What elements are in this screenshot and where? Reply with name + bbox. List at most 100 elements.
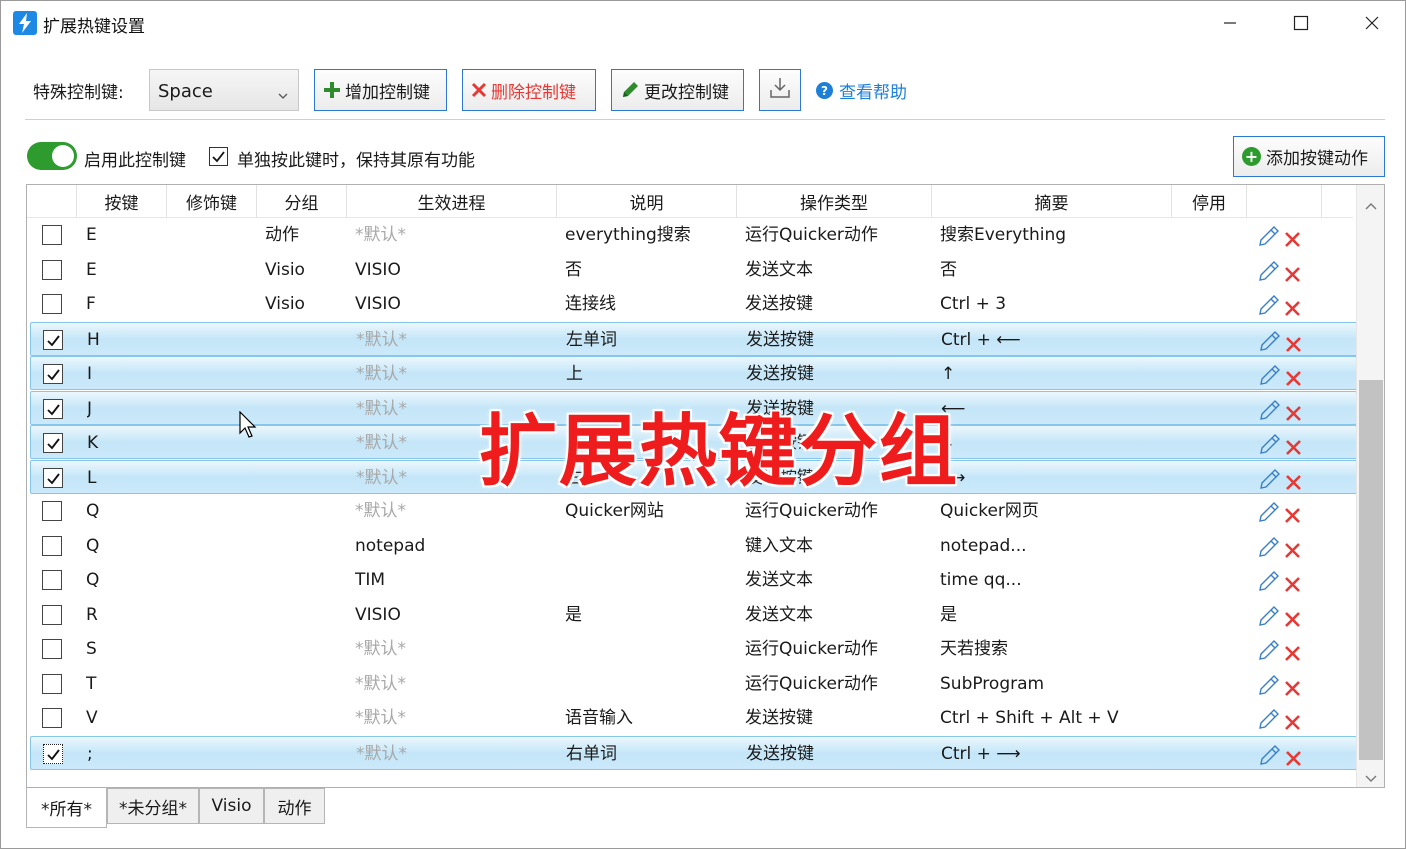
- tab-all[interactable]: *所有*: [26, 788, 107, 828]
- delete-icon[interactable]: [1284, 295, 1301, 321]
- chevron-down-icon: [278, 85, 288, 104]
- row-checkbox[interactable]: [43, 433, 63, 453]
- delete-control-key-button[interactable]: 删除控制键: [462, 69, 596, 111]
- pencil-icon[interactable]: [1258, 639, 1280, 666]
- table-row[interactable]: F Visio VISIO 连接线 发送按键 Ctrl + 3: [30, 287, 1357, 321]
- row-checkbox[interactable]: [43, 744, 63, 764]
- row-checkbox[interactable]: [43, 399, 63, 419]
- column-header-key[interactable]: 按键: [77, 185, 167, 217]
- close-button[interactable]: [1337, 1, 1406, 45]
- row-action-type: 发送按键: [746, 744, 814, 764]
- enable-toggle[interactable]: [27, 142, 77, 170]
- pencil-icon[interactable]: [1258, 260, 1280, 287]
- delete-icon[interactable]: [1284, 640, 1301, 666]
- pencil-icon[interactable]: [1258, 501, 1280, 528]
- pencil-icon[interactable]: [1259, 364, 1281, 391]
- add-key-action-button[interactable]: + 添加按键动作: [1233, 136, 1385, 177]
- row-summary: Quicker网页: [940, 501, 1039, 521]
- table-row[interactable]: S *默认* 运行Quicker动作 天若搜索: [30, 632, 1357, 666]
- chevron-down-icon[interactable]: [1365, 768, 1377, 787]
- pencil-icon[interactable]: [1259, 330, 1281, 357]
- help-label: 查看帮助: [839, 83, 907, 103]
- help-link[interactable]: ? 查看帮助: [816, 78, 907, 103]
- row-description: 上: [566, 364, 583, 384]
- row-description: 左单词: [566, 330, 617, 350]
- column-header-disabled[interactable]: 停用: [1172, 185, 1247, 217]
- row-checkbox[interactable]: [43, 330, 63, 350]
- pencil-icon[interactable]: [1258, 708, 1280, 735]
- pencil-icon[interactable]: [1259, 744, 1281, 771]
- delete-icon[interactable]: [1284, 261, 1301, 287]
- delete-icon[interactable]: [1284, 537, 1301, 563]
- special-key-select[interactable]: Space: [149, 69, 299, 111]
- table-row[interactable]: R VISIO 是 发送文本 是: [30, 598, 1357, 632]
- chevron-up-icon[interactable]: [1365, 195, 1377, 214]
- pencil-icon[interactable]: [1258, 570, 1280, 597]
- tab-visio[interactable]: Visio: [199, 788, 264, 824]
- column-header-process[interactable]: 生效进程: [347, 185, 557, 217]
- delete-icon[interactable]: [1285, 331, 1302, 357]
- column-header-action-type[interactable]: 操作类型: [737, 185, 932, 217]
- row-group: [265, 494, 350, 528]
- table-row[interactable]: Q TIM 发送文本 time qq...: [30, 563, 1357, 597]
- delete-icon[interactable]: [1285, 400, 1302, 426]
- pencil-icon[interactable]: [1259, 399, 1281, 426]
- pencil-icon[interactable]: [1258, 605, 1280, 632]
- table-row[interactable]: H *默认* 左单词 发送按键 Ctrl + ⟵: [30, 322, 1357, 356]
- delete-icon[interactable]: [1285, 365, 1302, 391]
- table-row[interactable]: Qnotepad 键入文本 notepad...: [30, 529, 1357, 563]
- row-action-type: 运行Quicker动作: [745, 639, 878, 659]
- row-checkbox[interactable]: [42, 260, 62, 280]
- scrollbar-thumb[interactable]: [1359, 380, 1383, 760]
- row-checkbox[interactable]: [42, 639, 62, 659]
- delete-icon[interactable]: [1285, 469, 1302, 495]
- pencil-icon[interactable]: [1258, 294, 1280, 321]
- edit-control-key-button[interactable]: 更改控制键: [611, 69, 744, 111]
- row-process: *默认*: [356, 330, 407, 350]
- table-row[interactable]: V *默认* 语音输入 发送按键 Ctrl + Shift + Alt + V: [30, 701, 1357, 735]
- minimize-button[interactable]: [1195, 1, 1265, 45]
- delete-icon[interactable]: [1284, 226, 1301, 252]
- vertical-scrollbar[interactable]: [1356, 185, 1384, 787]
- row-process: VISIO: [355, 294, 401, 314]
- column-header-summary[interactable]: 摘要: [932, 185, 1172, 217]
- tab-ungrouped[interactable]: *未分组*: [107, 788, 199, 824]
- row-checkbox[interactable]: [42, 570, 62, 590]
- pencil-icon[interactable]: [1258, 225, 1280, 252]
- column-header-group[interactable]: 分组: [257, 185, 347, 217]
- row-modifier: [180, 253, 260, 287]
- pencil-icon[interactable]: [1259, 468, 1281, 495]
- table-row[interactable]: T *默认* 运行Quicker动作 SubProgram: [30, 667, 1357, 701]
- table-row[interactable]: I *默认* 上 发送按键 ↑: [30, 356, 1357, 390]
- row-checkbox[interactable]: [42, 225, 62, 245]
- delete-icon[interactable]: [1284, 709, 1301, 735]
- row-checkbox[interactable]: [42, 674, 62, 694]
- pencil-icon[interactable]: [1258, 536, 1280, 563]
- table-row[interactable]: E 动作 *默认* everything搜索 运行Quicker动作 搜索Everythi…: [30, 218, 1357, 252]
- keep-original-checkbox[interactable]: [209, 147, 228, 166]
- pencil-icon[interactable]: [1258, 674, 1280, 701]
- export-button[interactable]: [759, 69, 801, 111]
- delete-icon[interactable]: [1284, 571, 1301, 597]
- table-row[interactable]: E Visio VISIO 否 发送文本 否: [30, 253, 1357, 287]
- row-checkbox[interactable]: [42, 708, 62, 728]
- add-control-key-button[interactable]: 增加控制键: [314, 69, 447, 111]
- row-checkbox[interactable]: [42, 536, 62, 556]
- pencil-icon[interactable]: [1259, 433, 1281, 460]
- row-checkbox[interactable]: [43, 364, 63, 384]
- row-checkbox[interactable]: [42, 294, 62, 314]
- row-checkbox[interactable]: [42, 501, 62, 521]
- delete-icon[interactable]: [1284, 606, 1301, 632]
- tab-actions[interactable]: 动作: [264, 788, 325, 824]
- row-checkbox[interactable]: [43, 468, 63, 488]
- column-header-description[interactable]: 说明: [557, 185, 737, 217]
- maximize-button[interactable]: [1266, 1, 1336, 45]
- table-row[interactable]: ; *默认* 右单词 发送按键 Ctrl + ⟶: [30, 736, 1357, 770]
- delete-icon[interactable]: [1285, 745, 1302, 771]
- delete-icon[interactable]: [1284, 675, 1301, 701]
- delete-icon[interactable]: [1284, 502, 1301, 528]
- row-checkbox[interactable]: [42, 605, 62, 625]
- column-header-modifier[interactable]: 修饰键: [167, 185, 257, 217]
- delete-icon[interactable]: [1285, 434, 1302, 460]
- row-summary: time qq...: [940, 570, 1022, 590]
